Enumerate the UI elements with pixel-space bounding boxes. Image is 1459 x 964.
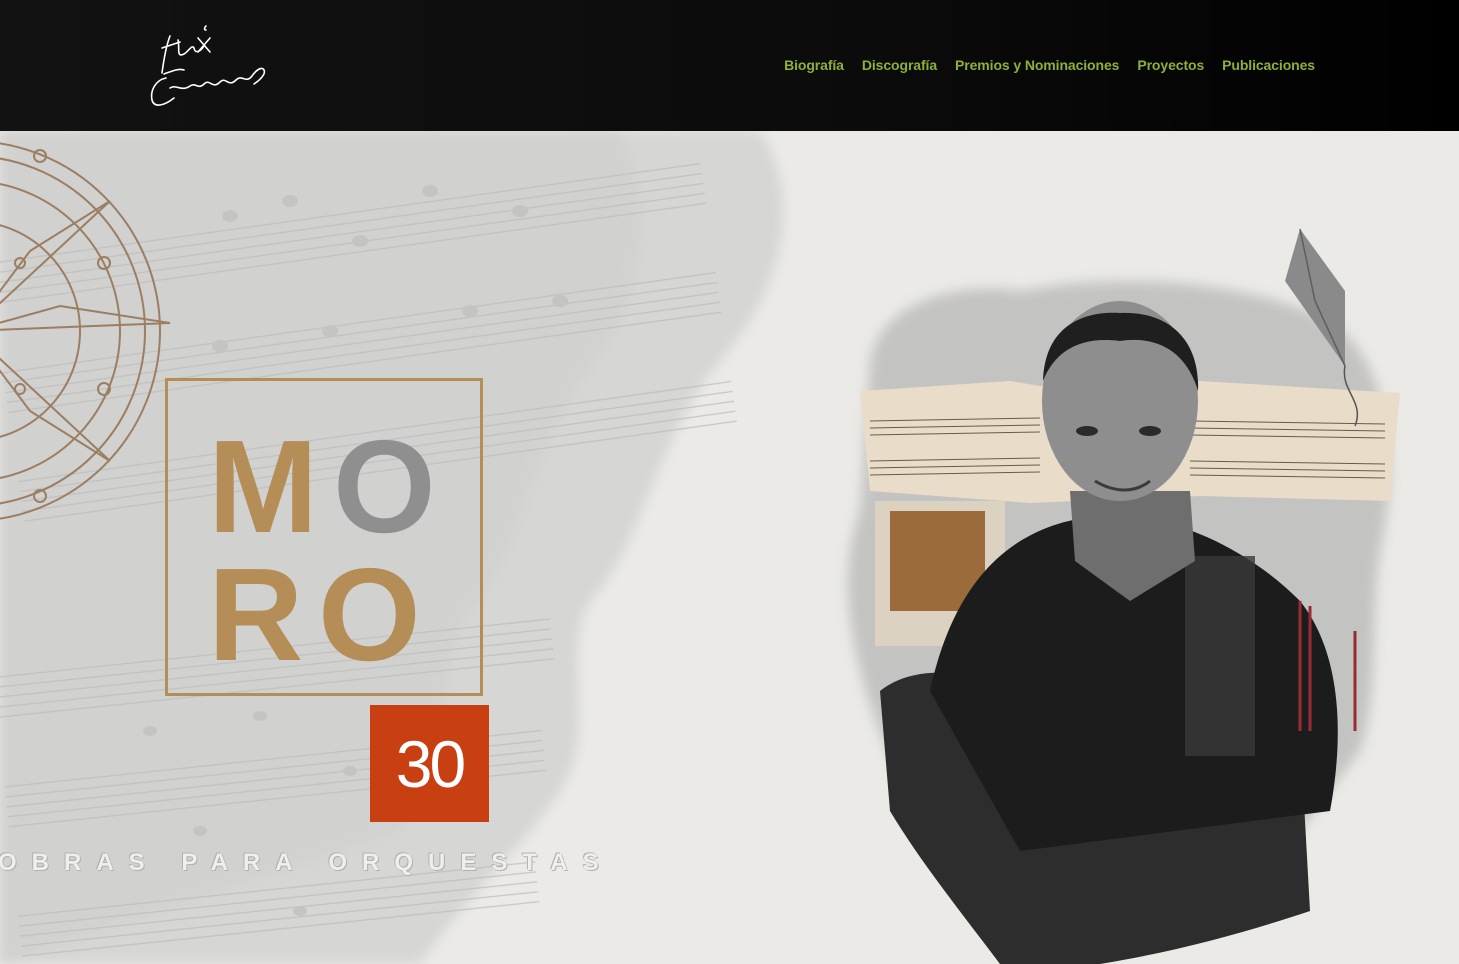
nav-premios-nominaciones[interactable]: Premios y Nominaciones <box>955 57 1119 73</box>
tagline: OBRAS PARA ORQUESTAS <box>0 849 614 876</box>
main-nav: Biografía Discografía Premios y Nominaci… <box>784 57 1315 73</box>
nav-publicaciones[interactable]: Publicaciones <box>1222 57 1315 73</box>
title-letter-o: O <box>333 413 436 560</box>
signature-logo[interactable] <box>140 18 270 114</box>
nav-proyectos[interactable]: Proyectos <box>1137 57 1204 73</box>
anniversary-badge: 30 <box>370 705 489 822</box>
badge-number: 30 <box>395 726 466 801</box>
title-letter-r: R <box>208 541 304 688</box>
site-header: Biografía Discografía Premios y Nominaci… <box>0 0 1459 131</box>
title-letter-o-2: O <box>318 541 421 688</box>
nav-biografia[interactable]: Biografía <box>784 57 844 73</box>
nav-discografia[interactable]: Discografía <box>862 57 937 73</box>
hero-banner: M O R O 30 OBRAS PARA ORQUESTAS <box>0 131 1459 964</box>
title-letter-m: M <box>208 413 318 560</box>
